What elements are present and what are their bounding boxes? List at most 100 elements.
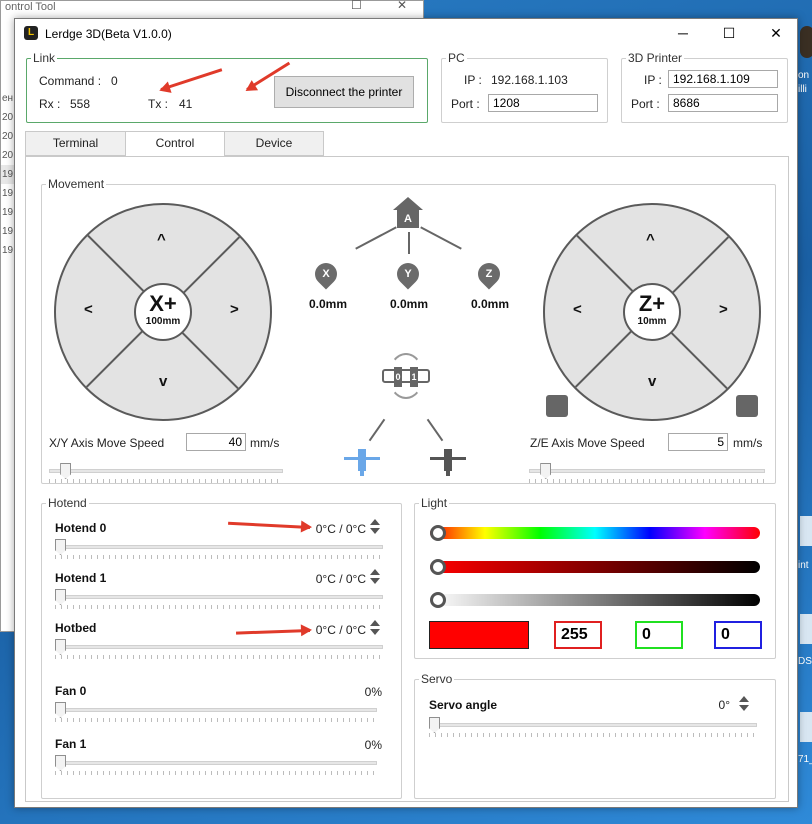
- desktop-file-icon[interactable]: [800, 614, 812, 644]
- z-step-value: 10mm: [637, 316, 667, 327]
- desktop-file-icon[interactable]: [800, 712, 812, 742]
- xy-jog-pad[interactable]: ^ v < > X+ 100mm: [54, 203, 272, 421]
- hotend-0-spinner[interactable]: [369, 519, 381, 535]
- home-z-letter: Z: [485, 268, 493, 280]
- y-position: 0.0mm: [390, 297, 429, 311]
- tab-terminal[interactable]: Terminal: [25, 131, 126, 156]
- hue-slider[interactable]: [430, 527, 760, 539]
- disconnect-button[interactable]: Disconnect the printer: [274, 76, 414, 108]
- green-value-field[interactable]: 0: [635, 621, 683, 649]
- printer-ip-label: IP :: [644, 73, 662, 87]
- extrude-icon[interactable]: [546, 395, 568, 417]
- printer-port-field[interactable]: 8686: [668, 94, 778, 112]
- hotbed-slider[interactable]: [55, 639, 383, 659]
- fan-0-slider[interactable]: [55, 702, 377, 722]
- fan-1-thumb[interactable]: [55, 755, 66, 771]
- xy-right-button[interactable]: >: [230, 301, 239, 318]
- servo-angle-slider[interactable]: [429, 717, 757, 737]
- pc-port-field[interactable]: 1208: [488, 94, 598, 112]
- background-window-title: ontrol Tool: [5, 1, 56, 13]
- xy-speed-slider[interactable]: [49, 463, 283, 483]
- hotend-0-thumb[interactable]: [55, 539, 66, 555]
- home-all-letter: A: [397, 210, 419, 228]
- xy-up-button[interactable]: ^: [157, 231, 166, 248]
- fan-1-slider[interactable]: [55, 755, 377, 775]
- shade-slider[interactable]: [430, 561, 760, 573]
- home-all-icon[interactable]: A: [393, 197, 423, 229]
- background-maximize-icon[interactable]: ☐: [351, 0, 362, 11]
- desktop-icon-label: on: [798, 70, 810, 81]
- movement-legend: Movement: [48, 177, 105, 191]
- xy-left-button[interactable]: <: [84, 301, 93, 318]
- hue-knob[interactable]: [430, 525, 446, 541]
- command-label: Command :: [39, 74, 102, 88]
- fan-0-value: 0%: [364, 685, 382, 699]
- xy-step-button[interactable]: X+ 100mm: [134, 283, 192, 341]
- ze-speed-unit: mm/s: [733, 436, 763, 450]
- xy-speed-thumb[interactable]: [60, 463, 72, 479]
- desktop-app-icon[interactable]: [800, 26, 812, 58]
- extruder-switch-icon[interactable]: 0 1: [378, 351, 434, 403]
- hotbed-thumb[interactable]: [55, 639, 66, 655]
- extruder-1-icon[interactable]: [430, 447, 466, 477]
- z-jog-pad[interactable]: ^ v < > Z+ 10mm: [543, 203, 761, 421]
- pc-group: PC: [441, 51, 608, 123]
- brightness-slider[interactable]: [430, 594, 760, 606]
- servo-angle-label: Servo angle: [429, 698, 498, 712]
- z-right-button[interactable]: >: [719, 301, 728, 318]
- xy-speed-field[interactable]: 40: [186, 433, 246, 451]
- link-legend: Link: [33, 51, 56, 65]
- fan-0-thumb[interactable]: [55, 702, 66, 718]
- rx-label: Rx :: [39, 97, 61, 111]
- hotend-1-spinner[interactable]: [369, 569, 381, 585]
- fan-1-value: 0%: [364, 738, 382, 752]
- printer-legend: 3D Printer: [628, 51, 683, 65]
- tab-device[interactable]: Device: [224, 131, 324, 156]
- lerdge-window[interactable]: L Lerdge 3D(Beta V1.0.0) ─ ☐ ✕ Link Comm…: [14, 18, 798, 808]
- blue-value-field[interactable]: 0: [714, 621, 762, 649]
- control-panel: Movement ^ v < > X+ 100mm A X Y Z 0.0mm …: [25, 156, 789, 802]
- hotend-1-slider[interactable]: [55, 589, 383, 609]
- home-x-icon[interactable]: X: [310, 258, 342, 290]
- servo-angle-thumb[interactable]: [429, 717, 440, 733]
- retract-icon[interactable]: [736, 395, 758, 417]
- desktop-icon-label: 71_: [798, 754, 812, 765]
- hotbed-spinner[interactable]: [369, 620, 381, 636]
- tx-label: Tx :: [148, 97, 168, 111]
- pc-legend: PC: [448, 51, 465, 65]
- z-down-button[interactable]: v: [648, 373, 656, 390]
- maximize-icon[interactable]: ☐: [717, 22, 741, 44]
- home-y-icon[interactable]: Y: [392, 258, 424, 290]
- ze-speed-thumb[interactable]: [540, 463, 552, 479]
- tx-value: 41: [179, 97, 193, 111]
- hotend-0-slider[interactable]: [55, 539, 383, 559]
- z-step-button[interactable]: Z+ 10mm: [623, 283, 681, 341]
- shade-knob[interactable]: [430, 559, 446, 575]
- home-z-icon[interactable]: Z: [473, 258, 505, 290]
- pc-ip-value: 192.168.1.103: [491, 73, 568, 87]
- z-position: 0.0mm: [471, 297, 510, 311]
- ze-speed-slider[interactable]: [529, 463, 765, 483]
- desktop-file-icon[interactable]: [800, 516, 812, 546]
- xy-down-button[interactable]: v: [159, 373, 167, 390]
- z-left-button[interactable]: <: [573, 301, 582, 318]
- xy-step-value: 100mm: [145, 316, 181, 327]
- hotend-0-label: Hotend 0: [55, 521, 107, 535]
- extruder-0-icon[interactable]: [344, 447, 380, 477]
- minimize-icon[interactable]: ─: [671, 22, 695, 44]
- titlebar[interactable]: L Lerdge 3D(Beta V1.0.0) ─ ☐ ✕: [15, 19, 797, 47]
- background-close-icon[interactable]: ✕: [397, 0, 407, 11]
- desktop-icon-strip: on illi int DSI 71_: [796, 0, 812, 824]
- hotend-1-thumb[interactable]: [55, 589, 66, 605]
- red-value-field[interactable]: 255: [554, 621, 602, 649]
- servo-legend: Servo: [421, 672, 453, 686]
- brightness-knob[interactable]: [430, 592, 446, 608]
- ze-speed-field[interactable]: 5: [668, 433, 728, 451]
- servo-spinner[interactable]: [738, 696, 750, 712]
- printer-ip-field[interactable]: 192.168.1.109: [668, 70, 778, 88]
- close-icon[interactable]: ✕: [764, 22, 788, 44]
- z-up-button[interactable]: ^: [646, 231, 655, 248]
- printer-port-label: Port :: [631, 97, 660, 111]
- rx-value: 558: [70, 97, 91, 111]
- tab-control[interactable]: Control: [125, 131, 225, 157]
